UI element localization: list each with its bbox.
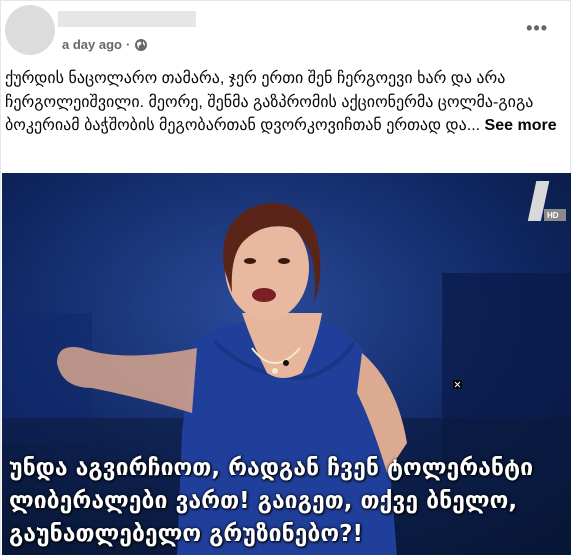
post-video-frame[interactable]: HD უნდა აგვირჩიოთ, რადგან ჩვენ ტოლერანტი… [2,173,571,555]
caption-text: ქურდის ნაცოლარო თამარა, ჯერ ერთი შენ ჩერ… [5,70,534,134]
channel-badge: HD [547,211,559,220]
subtitle-line-1: უნდა აგვირჩიოთ, რადგან ჩვენ ტოლერანტი [9,455,534,481]
more-options-icon[interactable]: ••• [526,19,548,37]
facebook-post: a day ago · ••• ქურდის ნაცოლარო თამარა, … [0,0,571,555]
author-name-redacted[interactable] [58,11,196,27]
subtitle-line-3: გაუნათლებელო გრუზინებო?! [9,521,363,547]
post-caption: ქურდის ნაცოლარო თამარა, ჯერ ერთი შენ ჩერ… [5,67,565,138]
meta-separator: · [125,37,131,52]
post-meta: a day ago · [62,37,148,52]
see-more-link[interactable]: See more [485,117,557,134]
subtitle-line-2: ლიბერალები ვართ! გაიგეთ, თქვე ბნელო, [9,488,518,514]
avatar[interactable] [5,5,55,55]
post-timestamp[interactable]: a day ago [62,37,122,52]
globe-icon [134,38,148,52]
